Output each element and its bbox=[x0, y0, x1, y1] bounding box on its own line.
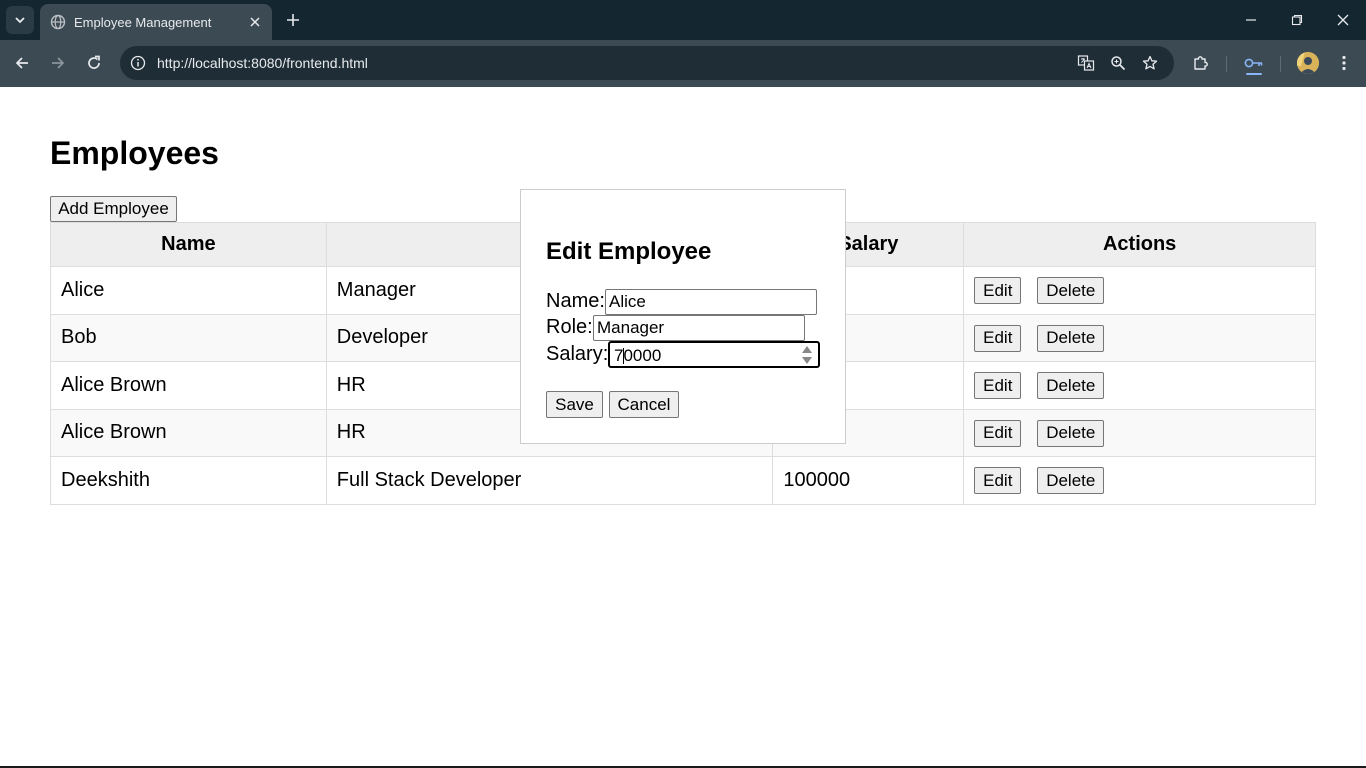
extensions-puzzle-icon[interactable] bbox=[1189, 51, 1213, 75]
delete-button[interactable]: Delete bbox=[1037, 277, 1105, 304]
globe-icon bbox=[50, 14, 66, 30]
salary-input[interactable]: 70000 bbox=[608, 341, 820, 368]
browser-tab[interactable]: Employee Management bbox=[40, 4, 272, 40]
toolbar-divider bbox=[1280, 56, 1281, 72]
role-label: Role: bbox=[546, 316, 593, 338]
chevron-down-icon bbox=[15, 17, 25, 24]
bookmark-star-icon[interactable] bbox=[1138, 51, 1162, 75]
minimize-icon[interactable] bbox=[1239, 8, 1263, 32]
modal-title: Edit Employee bbox=[546, 238, 712, 265]
profile-avatar[interactable] bbox=[1297, 52, 1319, 74]
actions-cell: Edit Delete bbox=[963, 408, 1316, 457]
forward-arrow-icon[interactable] bbox=[46, 51, 70, 75]
actions-cell: Edit Delete bbox=[963, 361, 1316, 410]
role-input[interactable] bbox=[593, 315, 805, 341]
number-spinner[interactable] bbox=[801, 345, 813, 365]
actions-cell: Edit Delete bbox=[963, 456, 1316, 505]
edit-button[interactable]: Edit bbox=[974, 467, 1022, 494]
employee-role: Full Stack Developer bbox=[325, 456, 774, 505]
employee-name: Alice bbox=[50, 266, 327, 315]
delete-button[interactable]: Delete bbox=[1037, 467, 1105, 494]
employee-name: Alice Brown bbox=[50, 408, 327, 457]
close-window-icon[interactable] bbox=[1331, 8, 1355, 32]
employee-salary: 100000 bbox=[772, 456, 965, 505]
zoom-icon[interactable] bbox=[1106, 51, 1130, 75]
delete-button[interactable]: Delete bbox=[1037, 372, 1105, 399]
actions-cell: Edit Delete bbox=[963, 313, 1316, 362]
info-icon[interactable] bbox=[126, 51, 150, 75]
address-bar[interactable]: http://localhost:8080/frontend.html bbox=[120, 46, 1174, 80]
cancel-button[interactable]: Cancel bbox=[609, 391, 679, 418]
edit-button[interactable]: Edit bbox=[974, 277, 1022, 304]
spin-up-icon[interactable] bbox=[801, 345, 813, 354]
edit-button[interactable]: Edit bbox=[974, 419, 1022, 447]
more-menu-icon[interactable] bbox=[1332, 51, 1356, 75]
actions-cell: Edit Delete bbox=[963, 266, 1316, 315]
delete-button[interactable]: Delete bbox=[1037, 324, 1105, 352]
employee-name: Bob bbox=[50, 313, 327, 362]
url-text: http://localhost:8080/frontend.html bbox=[157, 55, 368, 71]
back-arrow-icon[interactable] bbox=[10, 51, 34, 75]
restore-icon[interactable] bbox=[1285, 8, 1309, 32]
new-tab-icon[interactable] bbox=[282, 9, 304, 31]
salary-label: Salary: bbox=[546, 343, 609, 365]
close-tab-icon[interactable] bbox=[246, 13, 264, 31]
page-content: Employees Add Employee Name Role Salary … bbox=[0, 87, 1366, 767]
add-employee-button[interactable]: Add Employee bbox=[50, 196, 177, 222]
tab-title: Employee Management bbox=[74, 14, 212, 30]
browser-titlebar: Employee Management bbox=[0, 0, 1366, 40]
toolbar-divider bbox=[1226, 56, 1227, 72]
page-title: Employees bbox=[50, 135, 219, 171]
tab-search-button[interactable] bbox=[6, 6, 34, 34]
edit-employee-modal: Edit Employee Name: Role: Salary: 70000 … bbox=[520, 189, 846, 444]
delete-button[interactable]: Delete bbox=[1037, 419, 1105, 447]
employee-name: Alice Brown bbox=[50, 361, 327, 410]
text-caret bbox=[623, 348, 624, 364]
active-indicator bbox=[1246, 73, 1262, 75]
save-button[interactable]: Save bbox=[546, 391, 603, 418]
name-input[interactable] bbox=[605, 289, 817, 315]
browser-toolbar: http://localhost:8080/frontend.html bbox=[0, 40, 1366, 87]
column-header-actions: Actions bbox=[963, 222, 1316, 267]
spin-down-icon[interactable] bbox=[801, 356, 813, 365]
edit-button[interactable]: Edit bbox=[974, 324, 1022, 352]
column-header-name: Name bbox=[50, 222, 327, 267]
translate-icon[interactable] bbox=[1074, 51, 1098, 75]
reload-icon[interactable] bbox=[82, 51, 106, 75]
edit-button[interactable]: Edit bbox=[974, 372, 1022, 399]
password-key-icon[interactable] bbox=[1242, 51, 1266, 75]
name-label: Name: bbox=[546, 290, 605, 312]
salary-value: 70000 bbox=[614, 346, 662, 365]
table-row: Deekshith Full Stack Developer 100000 Ed… bbox=[50, 456, 1316, 505]
employee-name: Deekshith bbox=[50, 456, 327, 505]
